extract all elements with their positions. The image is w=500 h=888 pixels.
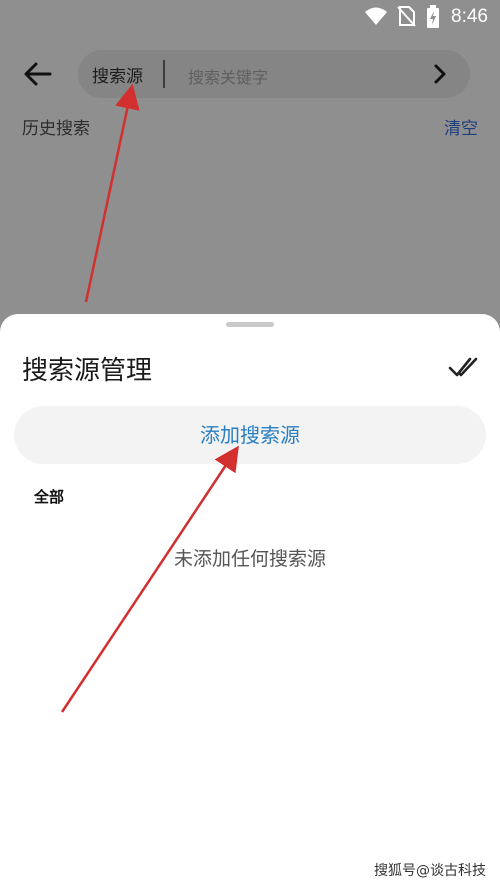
- no-sim-icon: [396, 5, 416, 31]
- wifi-icon: [364, 5, 388, 31]
- chevron-right-icon[interactable]: [428, 62, 452, 86]
- status-bar: 8:46: [0, 0, 500, 36]
- clear-history-button[interactable]: 清空: [444, 114, 478, 139]
- search-divider: [163, 60, 165, 88]
- arrow-to-source-label: [84, 83, 140, 303]
- sheet-drag-handle[interactable]: [226, 322, 274, 327]
- search-source-selector[interactable]: 搜索源: [92, 62, 143, 87]
- double-check-icon[interactable]: [448, 354, 482, 380]
- search-top-bar: 搜索源 搜索关键字: [0, 46, 500, 102]
- group-label-all[interactable]: 全部: [34, 486, 64, 507]
- add-source-button[interactable]: 添加搜索源: [14, 406, 486, 464]
- history-title: 历史搜索: [22, 119, 90, 139]
- search-input[interactable]: 搜索关键字: [188, 64, 268, 88]
- status-time: 8:46: [451, 6, 488, 27]
- sheet-title: 搜索源管理: [22, 356, 153, 386]
- watermark: 搜狐号@谈古科技: [374, 863, 486, 879]
- search-bar: 搜索源 搜索关键字: [78, 50, 470, 98]
- back-arrow-icon[interactable]: [22, 58, 54, 90]
- source-management-sheet: 搜索源管理 添加搜索源 全部 未添加任何搜索源 搜狐号@谈古科技: [0, 314, 500, 888]
- battery-charging-icon: [426, 5, 440, 33]
- empty-state-message: 未添加任何搜索源: [173, 548, 326, 570]
